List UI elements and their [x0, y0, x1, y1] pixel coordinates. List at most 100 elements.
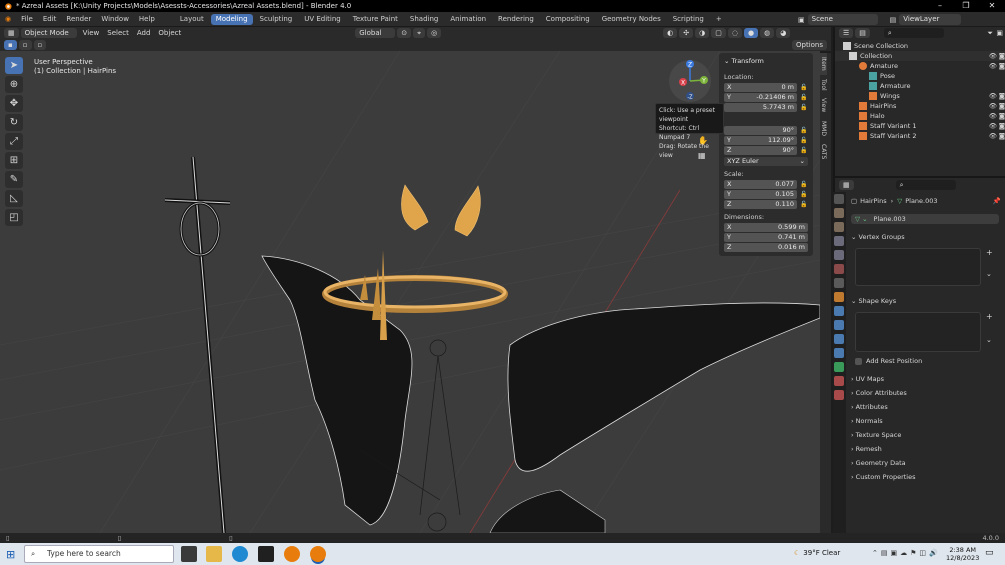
workspace-tab-texture-paint[interactable]: Texture Paint: [348, 14, 403, 25]
physics-tab-icon[interactable]: [834, 334, 844, 344]
breadcrumb-data[interactable]: Plane.003: [905, 197, 937, 205]
eye-icon[interactable]: 👁: [989, 51, 997, 61]
location-z-row[interactable]: 5.7743 m 🔓: [724, 103, 808, 112]
panel-texture-space[interactable]: › Texture Space: [851, 431, 901, 439]
blender-active-taskbar-icon[interactable]: [310, 546, 326, 562]
lock-icon[interactable]: 🔓: [800, 84, 808, 91]
add-cube-tool-icon[interactable]: ◰: [5, 209, 23, 226]
gizmo-toggle-icon[interactable]: ✣: [679, 28, 694, 38]
rotation-x-row[interactable]: 90° 🔓: [724, 126, 808, 135]
eye-icon[interactable]: 👁: [989, 61, 997, 71]
shading-rendered-icon[interactable]: ◕: [776, 28, 791, 38]
menu-edit[interactable]: Edit: [38, 12, 62, 27]
minimize-icon[interactable]: –: [927, 0, 953, 12]
shape-key-menu-icon[interactable]: ⌄: [986, 336, 992, 344]
modifier-tab-icon[interactable]: [834, 306, 844, 316]
camera-icon[interactable]: ◙: [999, 101, 1005, 111]
taskbar-search-input[interactable]: ⌕ Type here to search: [24, 545, 174, 563]
world-tab-icon[interactable]: [834, 264, 844, 274]
rotate-tool-icon[interactable]: ↻: [5, 114, 23, 131]
scale-z-row[interactable]: Z 0.110 🔓: [724, 200, 808, 209]
camera-icon[interactable]: ◙: [999, 51, 1005, 61]
output-tab-icon[interactable]: [834, 222, 844, 232]
scene-tab-icon[interactable]: [834, 250, 844, 260]
blender-taskbar-icon[interactable]: [284, 546, 300, 562]
close-icon[interactable]: ✕: [979, 0, 1005, 12]
vertex-group-menu-icon[interactable]: ⌄: [986, 270, 992, 278]
unity-icon[interactable]: [258, 546, 274, 562]
new-collection-icon[interactable]: ▣: [996, 29, 1003, 37]
lock-icon[interactable]: 🔓: [800, 147, 808, 154]
menu-file[interactable]: File: [16, 12, 38, 27]
camera-icon[interactable]: ◙: [999, 91, 1005, 101]
system-tray-icons[interactable]: ⌃▤▣☁⚑◫🔊: [872, 549, 941, 557]
mesh-data-selector[interactable]: ▽ ⌄ Plane.003: [851, 214, 999, 224]
collection-tab-icon[interactable]: [834, 278, 844, 288]
lock-icon[interactable]: 🔓: [800, 127, 808, 134]
task-view-icon[interactable]: [181, 546, 197, 562]
measure-tool-icon[interactable]: ◺: [5, 190, 23, 207]
location-x-row[interactable]: X0 m 🔓: [724, 83, 808, 92]
overlay-toggle-icon[interactable]: ◑: [695, 28, 710, 38]
workspace-tab-compositing[interactable]: Compositing: [541, 14, 595, 25]
eye-icon[interactable]: 👁: [989, 111, 997, 121]
particles-tab-icon[interactable]: [834, 320, 844, 330]
outliner-item-halo[interactable]: Halo 👁 ◙: [835, 111, 1005, 121]
workspace-tab-animation[interactable]: Animation: [445, 14, 491, 25]
outliner-search-input[interactable]: ⌕: [883, 28, 944, 38]
add-vertex-group-icon[interactable]: +: [986, 248, 993, 257]
lock-icon[interactable]: 🔓: [800, 94, 808, 101]
rotation-y-row[interactable]: Y 112.09° 🔓: [724, 136, 808, 145]
pin-icon[interactable]: 📌: [993, 197, 1001, 205]
outliner-item-scene-collection[interactable]: Scene Collection: [835, 41, 1005, 51]
viewport-menu-view[interactable]: View: [79, 27, 104, 39]
outliner-item-collection[interactable]: Collection 👁 ◙: [835, 51, 1005, 61]
camera-icon[interactable]: ◙: [999, 131, 1005, 141]
xray-icon[interactable]: ▢: [711, 28, 726, 38]
shading-solid-icon[interactable]: ●: [744, 28, 759, 38]
mode-selector[interactable]: Object Mode: [20, 28, 77, 38]
panel-uv-maps[interactable]: › UV Maps: [851, 375, 884, 383]
viewlayer-selector[interactable]: ViewLayer: [899, 14, 962, 25]
filter-icon[interactable]: ⏷: [987, 29, 993, 38]
lock-icon[interactable]: 🔓: [800, 104, 808, 111]
properties-editor-icon[interactable]: ▦: [839, 180, 854, 190]
workspace-tab-modeling[interactable]: Modeling: [210, 13, 253, 25]
dimensions-z-row[interactable]: Z 0.016 m: [724, 243, 808, 252]
shape-keys-list[interactable]: [855, 312, 981, 352]
editor-type-icon[interactable]: ▦: [4, 28, 19, 38]
shading-material-icon[interactable]: ◍: [760, 28, 775, 38]
workspace-tab-sculpting[interactable]: Sculpting: [255, 14, 298, 25]
dimensions-y-row[interactable]: Y 0.741 m: [724, 233, 808, 242]
sidetab-item[interactable]: Item: [820, 53, 827, 75]
eye-icon[interactable]: 👁: [989, 101, 997, 111]
select-extend-icon[interactable]: ▫: [18, 40, 32, 50]
display-mode-icon[interactable]: ▤: [855, 28, 870, 38]
viewport-menu-add[interactable]: Add: [133, 27, 155, 39]
scale-tool-icon[interactable]: ⤢: [5, 133, 23, 150]
view-layer-tab-icon[interactable]: [834, 236, 844, 246]
lock-icon[interactable]: 🔓: [800, 181, 808, 188]
scale-x-row[interactable]: X 0.077 🔓: [724, 180, 808, 189]
outliner-item-staff-variant-2[interactable]: Staff Variant 2 👁 ◙: [835, 131, 1005, 141]
scale-y-row[interactable]: Y 0.105 🔓: [724, 190, 808, 199]
lock-icon[interactable]: 🔓: [800, 201, 808, 208]
outliner-editor-icon[interactable]: ☰: [839, 28, 854, 38]
panel-color-attributes[interactable]: › Color Attributes: [851, 389, 907, 397]
weather-widget[interactable]: ☾ 39°F Clear: [794, 549, 840, 557]
snap-icon[interactable]: ⌖: [413, 28, 426, 38]
scene-selector[interactable]: Scene: [807, 14, 878, 25]
orientation-selector[interactable]: Global: [355, 28, 396, 38]
select-box-mode-icon[interactable]: ▪: [4, 40, 17, 50]
dimensions-x-row[interactable]: X 0.599 m: [724, 223, 808, 232]
camera-icon[interactable]: ◙: [999, 61, 1005, 71]
sidetab-tool[interactable]: Tool: [820, 75, 827, 95]
clock[interactable]: 2:38 AM 12/8/2023: [946, 546, 979, 562]
pivot-icon[interactable]: ⊙: [397, 28, 412, 38]
outliner-item-amature[interactable]: Amature 👁 ◙: [835, 61, 1005, 71]
panel-normals[interactable]: › Normals: [851, 417, 883, 425]
panel-custom-properties[interactable]: › Custom Properties: [851, 473, 916, 481]
eye-icon[interactable]: 👁: [989, 91, 997, 101]
blender-menu-icon[interactable]: ◉: [0, 12, 16, 27]
select-tool-icon[interactable]: ➤: [5, 57, 23, 74]
